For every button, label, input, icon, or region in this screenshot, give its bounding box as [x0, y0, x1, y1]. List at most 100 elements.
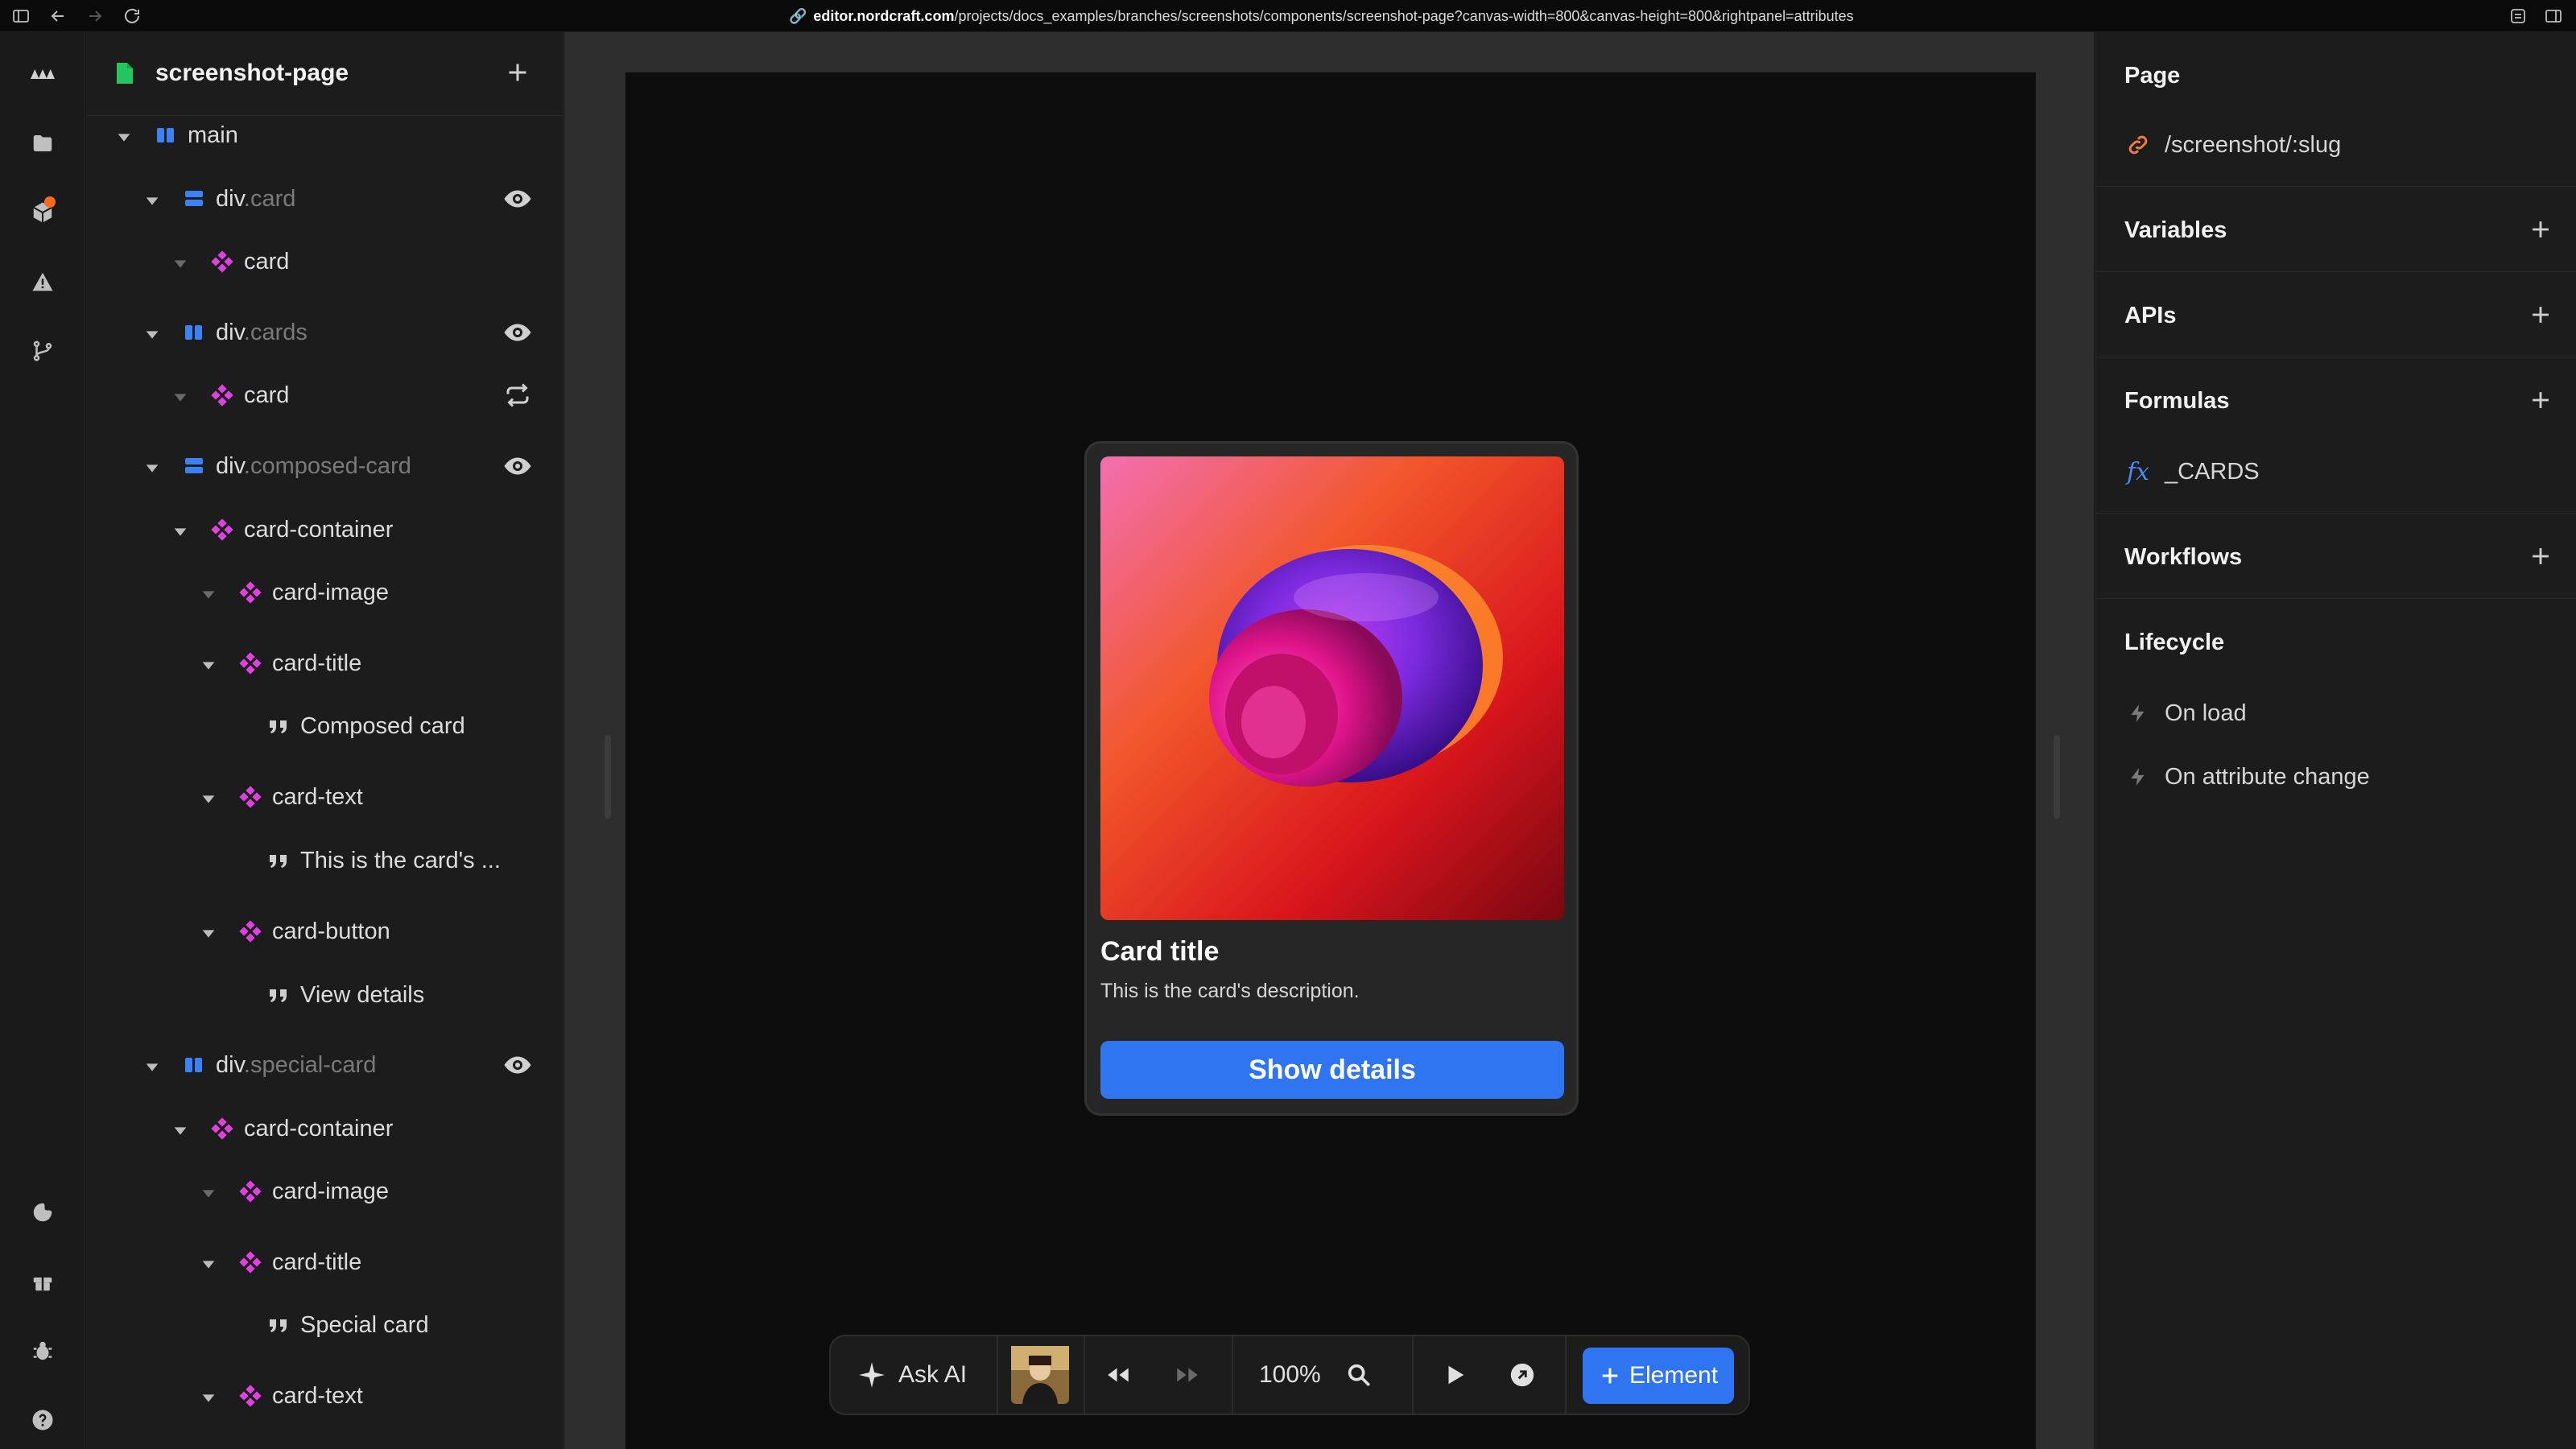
visibility-icon[interactable]	[503, 184, 532, 213]
ask-ai-button[interactable]: Ask AI	[857, 1336, 967, 1414]
expand-caret-icon[interactable]	[171, 521, 189, 539]
canvas[interactable]: Card title This is the card's descriptio…	[625, 72, 2036, 1449]
tree-node[interactable]: main	[86, 113, 563, 158]
expand-caret-icon[interactable]	[143, 457, 161, 475]
tree-node[interactable]: div.special-card	[86, 1042, 563, 1088]
expand-caret-icon[interactable]	[200, 654, 217, 672]
tree-node[interactable]: card-text	[86, 1373, 563, 1418]
expand-caret-icon[interactable]	[171, 253, 189, 270]
lightning-icon	[2124, 700, 2152, 727]
component-icon	[238, 580, 262, 605]
expand-caret-icon[interactable]	[200, 1183, 217, 1200]
expand-caret-icon[interactable]	[171, 1120, 189, 1137]
url-path: /projects/docs_examples/branches/screens…	[954, 7, 1854, 24]
expand-caret-icon[interactable]	[200, 1253, 217, 1271]
packages-icon[interactable]	[25, 195, 60, 230]
add-api-icon[interactable]	[2527, 301, 2554, 328]
folder-icon[interactable]	[25, 126, 60, 161]
page-file-icon	[117, 63, 133, 84]
tree-node[interactable]: View details	[86, 972, 563, 1018]
help-icon[interactable]	[25, 1402, 60, 1438]
logo-icon[interactable]	[25, 56, 60, 92]
bug-icon[interactable]	[25, 1333, 60, 1368]
tree-node[interactable]: card-image	[86, 1169, 563, 1214]
play-icon	[1448, 1365, 1464, 1385]
expand-caret-icon[interactable]	[143, 1056, 161, 1074]
notification-dot	[44, 196, 56, 208]
add-page-icon[interactable]	[503, 58, 532, 87]
visibility-icon[interactable]	[503, 318, 532, 347]
tree-node[interactable]: card	[86, 239, 563, 284]
route-item[interactable]: /screenshot/:slug	[2124, 129, 2341, 161]
expand-caret-icon[interactable]	[115, 126, 133, 144]
back-icon[interactable]	[48, 6, 68, 26]
tree-node[interactable]: div.cards	[86, 310, 563, 355]
tree-node-label: card-title	[272, 650, 361, 677]
add-element-button[interactable]: Element	[1583, 1348, 1734, 1404]
tree-node-tag: card-container	[244, 517, 394, 543]
undo-button[interactable]	[1104, 1336, 1132, 1414]
tree-node-tag: card-title	[272, 650, 362, 676]
separator	[1412, 1336, 1414, 1414]
tree-node[interactable]: card-container	[86, 1106, 563, 1151]
tree-node[interactable]: Special card	[86, 1302, 563, 1348]
theme-icon[interactable]	[25, 1195, 60, 1230]
redo-button[interactable]	[1174, 1336, 1201, 1414]
add-variable-icon[interactable]	[2527, 216, 2554, 243]
expand-caret-icon[interactable]	[200, 923, 217, 940]
element-row-icon	[154, 123, 178, 147]
tree-node[interactable]: Composed card	[86, 704, 563, 749]
component-icon	[210, 518, 234, 542]
user-avatar[interactable]	[1011, 1336, 1069, 1414]
external-link-icon	[1510, 1363, 1534, 1387]
tree-node[interactable]: card-title	[86, 641, 563, 686]
tree-node-label: View details	[300, 982, 424, 1009]
warning-icon[interactable]	[25, 264, 60, 299]
apis-title: APIs	[2124, 303, 2177, 328]
on-attribute-change-item[interactable]: On attribute change	[2124, 761, 2370, 793]
extensions-icon[interactable]	[2508, 6, 2528, 26]
add-workflow-icon[interactable]	[2527, 543, 2554, 570]
formula-item[interactable]: fx _CARDS	[2124, 456, 2260, 488]
card-preview[interactable]: Card title This is the card's descriptio…	[1084, 441, 1579, 1116]
show-details-button[interactable]: Show details	[1100, 1041, 1564, 1099]
split-view-icon[interactable]	[2544, 6, 2563, 26]
address-bar[interactable]: 🔗 editor.nordcraft.com/projects/docs_exa…	[789, 8, 1854, 24]
zoom-icon[interactable]	[1345, 1361, 1373, 1389]
visibility-icon[interactable]	[503, 452, 532, 481]
right-resize-handle[interactable]	[2054, 735, 2060, 819]
expand-caret-icon[interactable]	[200, 1387, 217, 1405]
expand-caret-icon[interactable]	[143, 190, 161, 208]
expand-caret-icon[interactable]	[200, 788, 217, 806]
tree-node[interactable]: card-title	[86, 1240, 563, 1285]
gift-icon[interactable]	[25, 1264, 60, 1299]
tree-node[interactable]: div.card	[86, 176, 563, 221]
tree-node[interactable]: card	[86, 373, 563, 418]
forward-icon[interactable]	[85, 6, 105, 26]
sidebar-toggle-icon[interactable]	[11, 6, 31, 26]
preview-play-button[interactable]	[1443, 1336, 1467, 1414]
tree-node[interactable]: card-container	[86, 507, 563, 552]
reload-icon[interactable]	[122, 6, 142, 26]
open-preview-button[interactable]	[1509, 1336, 1536, 1414]
expand-caret-icon[interactable]	[200, 584, 217, 601]
tree-node[interactable]: card-image	[86, 570, 563, 615]
zoom-level[interactable]: 100%	[1259, 1336, 1373, 1414]
tree-node-label: card-container	[244, 1116, 393, 1142]
expand-caret-icon[interactable]	[143, 324, 161, 341]
expand-caret-icon[interactable]	[171, 386, 189, 404]
branch-icon[interactable]	[25, 333, 60, 369]
on-load-item[interactable]: On load	[2124, 697, 2247, 729]
tree-node-label: This is the card's ...	[300, 848, 501, 874]
component-icon	[238, 785, 262, 809]
tree-node[interactable]: card-button	[86, 909, 563, 954]
tree-node[interactable]: card-text	[86, 774, 563, 819]
tree-node-label: div.card	[216, 186, 295, 213]
tree-node[interactable]: This is the card's ...	[86, 838, 563, 883]
add-formula-icon[interactable]	[2527, 386, 2554, 414]
left-resize-handle[interactable]	[605, 735, 611, 819]
visibility-icon[interactable]	[503, 1051, 532, 1080]
tree-node[interactable]: div.composed-card	[86, 444, 563, 489]
repeat-icon[interactable]	[503, 381, 532, 410]
zoom-value: 100%	[1259, 1361, 1321, 1388]
